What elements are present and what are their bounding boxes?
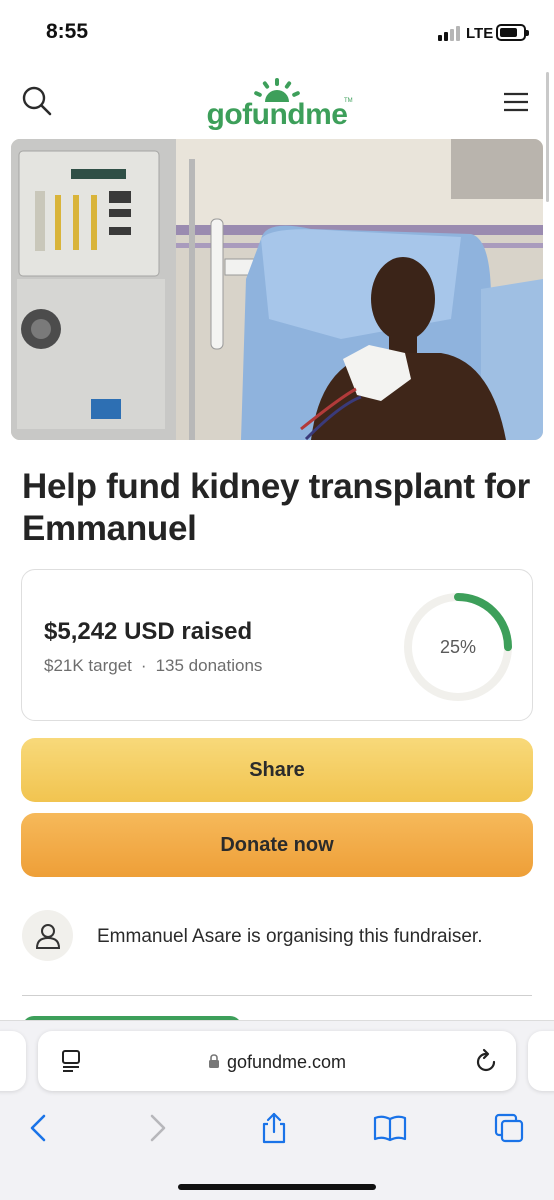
tabs-overview-icon[interactable] xyxy=(492,1111,526,1145)
network-type: LTE xyxy=(466,25,494,42)
progress-card: $5,242 USD raised $21K target · 135 donati… xyxy=(21,569,533,721)
target-amount: $21K target xyxy=(44,656,132,675)
battery-icon xyxy=(496,24,529,41)
share-button[interactable]: Share xyxy=(21,738,533,802)
logo-text: gofundme xyxy=(206,98,348,131)
bookmarks-icon[interactable] xyxy=(373,1111,407,1145)
campaign-photo[interactable] xyxy=(11,139,543,440)
url-display[interactable]: gofundme.com xyxy=(38,1052,516,1073)
browser-bottom-bar: gofundme.com xyxy=(0,1020,554,1200)
meta-separator: · xyxy=(140,656,147,675)
hamburger-menu-icon[interactable] xyxy=(500,88,532,116)
site-header: gofundme TM xyxy=(0,70,554,136)
amount-raised: $5,242 USD raised xyxy=(44,618,253,645)
avatar[interactable] xyxy=(22,910,73,961)
donation-count[interactable]: 135 donations xyxy=(156,656,263,675)
organiser-text: Emmanuel Asare is organising this fundra… xyxy=(97,926,483,947)
back-arrow-icon[interactable] xyxy=(22,1111,56,1145)
status-bar: 8:55 LTE xyxy=(0,0,554,62)
gofundme-logo[interactable]: gofundme xyxy=(0,78,554,132)
progress-meta: $21K target · 135 donations xyxy=(44,656,262,676)
cellular-signal-icon xyxy=(438,25,462,41)
lock-icon xyxy=(208,1054,219,1068)
next-tab-preview[interactable] xyxy=(528,1031,554,1091)
browser-toolbar xyxy=(0,1107,554,1147)
donate-now-button[interactable]: Donate now xyxy=(21,813,533,877)
address-bar[interactable]: gofundme.com xyxy=(38,1031,516,1091)
user-icon xyxy=(35,924,61,949)
section-divider xyxy=(22,995,532,996)
forward-arrow-icon[interactable] xyxy=(140,1111,174,1145)
home-indicator[interactable] xyxy=(178,1184,376,1190)
previous-tab-preview[interactable] xyxy=(0,1031,26,1091)
logo-trademark: TM xyxy=(344,98,353,104)
campaign-title: Help fund kidney transplant for Emmanuel xyxy=(22,467,530,548)
progress-percent: 25% xyxy=(439,637,477,657)
organiser-row: Emmanuel Asare is organising this fundra… xyxy=(22,910,542,962)
url-text: gofundme.com xyxy=(226,1052,347,1072)
reload-icon[interactable] xyxy=(474,1048,498,1074)
status-time: 8:55 xyxy=(46,20,89,43)
share-sheet-icon[interactable] xyxy=(257,1111,291,1145)
